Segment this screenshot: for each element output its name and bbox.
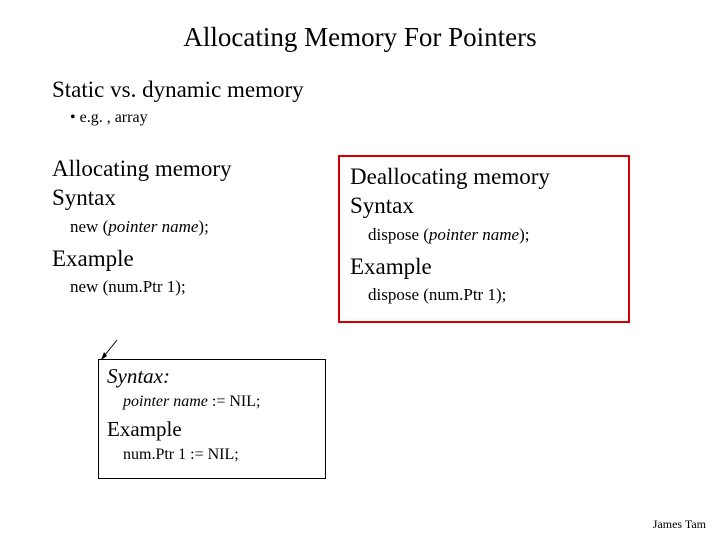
two-column-row: Allocating memory Syntax new (pointer na…	[52, 155, 720, 323]
subheading-static-dynamic: Static vs. dynamic memory	[52, 77, 720, 103]
nil-example-code: num.Ptr 1 := NIL;	[123, 446, 317, 464]
code-text: );	[198, 217, 208, 236]
deallocating-column: Deallocating memory Syntax dispose (poin…	[338, 155, 630, 323]
content-area: Static vs. dynamic memory • e.g. , array…	[0, 77, 720, 479]
code-param: pointer name	[123, 393, 208, 410]
alloc-example-label: Example	[52, 245, 338, 274]
code-text: dispose (	[368, 225, 429, 244]
dealloc-example-code: dispose (num.Ptr 1);	[368, 285, 618, 305]
code-text: := NIL;	[208, 393, 261, 410]
alloc-syntax-label: Syntax	[52, 184, 338, 213]
dealloc-example-label: Example	[350, 253, 618, 282]
footer-author: James Tam	[653, 517, 706, 532]
dealloc-heading: Deallocating memory	[350, 163, 618, 192]
code-param: pointer name	[429, 225, 519, 244]
slide-title: Allocating Memory For Pointers	[0, 0, 720, 71]
allocating-column: Allocating memory Syntax new (pointer na…	[52, 155, 338, 323]
nil-syntax-box: Syntax: pointer name := NIL; Example num…	[98, 359, 326, 479]
alloc-example-code: new (num.Ptr 1);	[70, 277, 338, 297]
code-param: pointer name	[108, 217, 198, 236]
dealloc-syntax-code: dispose (pointer name);	[368, 225, 618, 245]
nil-syntax-label: Syntax:	[107, 364, 317, 389]
dealloc-syntax-label: Syntax	[350, 192, 618, 221]
alloc-heading: Allocating memory	[52, 155, 338, 184]
nil-syntax-code: pointer name := NIL;	[123, 393, 317, 411]
nil-example-label: Example	[107, 417, 317, 442]
bullet-example-array: • e.g. , array	[70, 109, 720, 127]
alloc-syntax-code: new (pointer name);	[70, 217, 338, 237]
code-text: new (	[70, 217, 108, 236]
code-text: );	[519, 225, 529, 244]
